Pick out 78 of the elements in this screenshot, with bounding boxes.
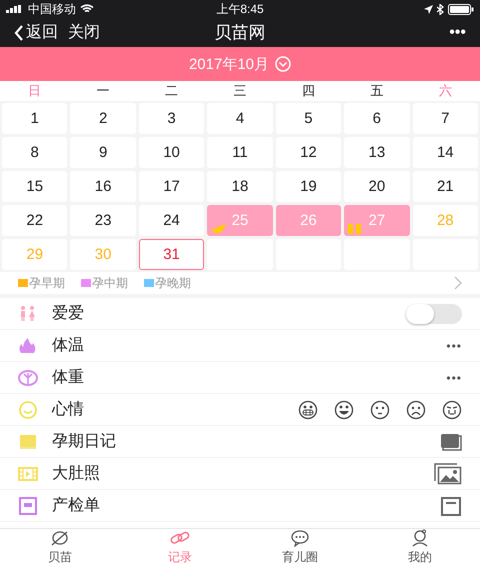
wifi-icon — [80, 4, 94, 14]
record-label: 体重 — [52, 368, 85, 388]
tab-item[interactable]: 贝苗 — [0, 529, 120, 566]
clock-time: 上午8:45 — [216, 0, 264, 18]
book-icon[interactable] — [440, 432, 462, 450]
weekday-label: 六 — [438, 82, 454, 100]
record-label: 孕期日记 — [52, 432, 117, 452]
calendar-day[interactable]: 17 — [138, 171, 204, 202]
calendar-day[interactable]: 6 — [344, 103, 410, 134]
calendar-day[interactable]: 13 — [344, 137, 410, 168]
calendar-day[interactable]: 8 — [2, 137, 68, 168]
calendar-day[interactable]: 4 — [207, 103, 273, 134]
calendar-day[interactable]: 7 — [412, 103, 478, 134]
calendar-day[interactable]: 1 — [2, 103, 68, 134]
sad-face-icon[interactable] — [406, 400, 426, 420]
more-button[interactable]: ••• — [446, 370, 462, 384]
close-button[interactable]: 关闭 — [68, 22, 100, 43]
smiley-icon — [18, 400, 38, 418]
back-button[interactable]: 返回 — [14, 22, 58, 43]
back-icon[interactable] — [14, 24, 24, 40]
film-icon — [18, 464, 38, 482]
record-label: 心情 — [52, 400, 85, 420]
weekday-label: 四 — [301, 82, 316, 100]
weekday-label: 一 — [95, 82, 110, 100]
calendar-day[interactable]: 16 — [70, 171, 136, 202]
calendar-day[interactable]: 23 — [70, 205, 136, 236]
link-icon — [170, 529, 190, 547]
weekday-label: 五 — [370, 82, 385, 100]
calendar-day[interactable]: 10 — [138, 137, 204, 168]
bluetooth-icon — [437, 4, 444, 14]
toggle-switch[interactable] — [406, 304, 462, 324]
legend-label: 孕中期 — [92, 274, 128, 292]
page-title: 贝苗网 — [214, 22, 266, 44]
speech-bubble-icon — [290, 529, 310, 547]
form-icon — [18, 496, 38, 514]
tab-item[interactable]: 我的 — [360, 529, 480, 566]
tab-item[interactable]: 育儿圈 — [240, 529, 360, 566]
battery-icon — [448, 4, 474, 14]
calendar-day[interactable]: 24 — [138, 205, 204, 236]
calendar-day[interactable]: 2 — [70, 103, 136, 134]
carrier-name: 中国移动 — [28, 0, 76, 18]
laughing-face-icon[interactable] — [334, 400, 354, 420]
calendar-day[interactable]: 9 — [70, 137, 136, 168]
calendar-day[interactable]: 14 — [412, 137, 478, 168]
weekday-label: 日 — [26, 82, 42, 100]
calendar-day[interactable]: 19 — [276, 171, 342, 202]
calendar-day[interactable]: 31 — [138, 239, 204, 270]
record-label: 体温 — [52, 336, 85, 356]
record-label: 爱爱 — [52, 304, 85, 324]
calendar-day[interactable]: 11 — [207, 137, 273, 168]
record-label: 大肚照 — [52, 464, 101, 484]
record-label: 产检单 — [52, 496, 101, 516]
dropdown-icon[interactable] — [275, 56, 292, 72]
grinning-face-icon[interactable] — [298, 400, 318, 420]
photos-icon[interactable] — [434, 462, 462, 484]
calendar-day[interactable]: 15 — [2, 171, 68, 202]
calendar-day[interactable]: 18 — [207, 171, 273, 202]
calendar-day[interactable]: 22 — [2, 205, 68, 236]
document-icon[interactable] — [440, 496, 462, 516]
signal-icon — [6, 5, 24, 13]
weekday-label: 二 — [164, 82, 179, 100]
person-icon — [410, 529, 430, 547]
crying-face-icon[interactable] — [442, 400, 462, 420]
calendar-day[interactable]: 12 — [276, 137, 342, 168]
legend-label: 孕晚期 — [155, 274, 191, 292]
more-button[interactable]: ••• — [446, 338, 462, 352]
legend-label: 孕早期 — [29, 274, 65, 292]
weekday-label: 三 — [232, 82, 248, 100]
notebook-icon — [18, 432, 38, 450]
calendar-day[interactable]: 20 — [344, 171, 410, 202]
calendar-day[interactable]: 3 — [138, 103, 204, 134]
location-icon — [424, 4, 434, 14]
more-button[interactable]: ••• — [449, 24, 466, 42]
flame-icon — [18, 336, 38, 354]
neutral-face-icon[interactable] — [370, 400, 390, 420]
couple-icon — [18, 304, 38, 322]
calendar-day[interactable]: 5 — [276, 103, 342, 134]
calendar-day[interactable]: 21 — [412, 171, 478, 202]
